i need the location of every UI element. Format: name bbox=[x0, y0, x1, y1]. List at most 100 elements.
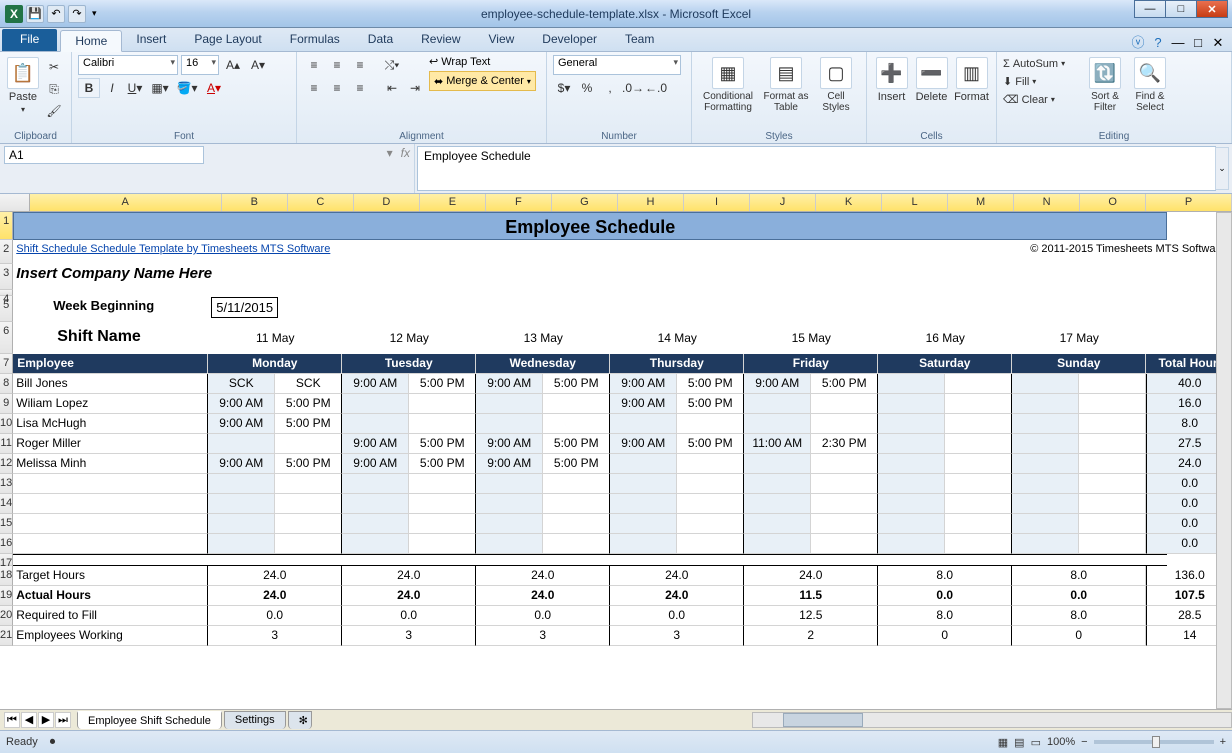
cell[interactable]: Roger Miller bbox=[13, 434, 208, 454]
cell[interactable]: Employees Working bbox=[13, 626, 208, 646]
cell[interactable] bbox=[476, 534, 543, 554]
col-header-p[interactable]: P bbox=[1146, 194, 1232, 211]
zoom-out-icon[interactable]: − bbox=[1081, 736, 1087, 748]
cell[interactable] bbox=[342, 414, 409, 434]
cell[interactable]: 9:00 AM bbox=[476, 374, 543, 394]
cell[interactable] bbox=[1079, 434, 1146, 454]
day-header[interactable]: Sunday bbox=[1012, 354, 1146, 374]
cell[interactable]: Bill Jones bbox=[13, 374, 208, 394]
cell[interactable] bbox=[878, 454, 945, 474]
cell[interactable]: 5:00 PM bbox=[543, 374, 610, 394]
cell[interactable] bbox=[543, 394, 610, 414]
cell[interactable] bbox=[677, 414, 744, 434]
cell[interactable] bbox=[945, 434, 1012, 454]
cell[interactable] bbox=[476, 494, 543, 514]
row-header[interactable]: 20 bbox=[0, 606, 13, 626]
cell[interactable]: 9:00 AM bbox=[208, 394, 275, 414]
day-header[interactable]: Monday bbox=[208, 354, 342, 374]
tab-formulas[interactable]: Formulas bbox=[276, 29, 354, 51]
summary-cell[interactable]: 24.0 bbox=[610, 566, 744, 586]
cell[interactable] bbox=[811, 414, 878, 434]
cell[interactable]: 5:00 PM bbox=[409, 434, 476, 454]
cell[interactable] bbox=[1079, 394, 1146, 414]
view-page-break-icon[interactable]: ▭ bbox=[1031, 736, 1041, 749]
cell[interactable] bbox=[1079, 494, 1146, 514]
cell[interactable] bbox=[543, 494, 610, 514]
cell[interactable] bbox=[409, 514, 476, 534]
decrease-decimal-icon[interactable]: ←.0 bbox=[645, 78, 667, 98]
cell[interactable] bbox=[610, 514, 677, 534]
date-header[interactable]: 15 May bbox=[744, 322, 878, 354]
select-all-corner[interactable] bbox=[0, 194, 30, 211]
cell[interactable] bbox=[476, 394, 543, 414]
orientation-icon[interactable]: ⤭▾ bbox=[381, 55, 403, 75]
cell[interactable] bbox=[208, 434, 275, 454]
cell[interactable] bbox=[1079, 454, 1146, 474]
col-header-c[interactable]: C bbox=[288, 194, 354, 211]
cell[interactable] bbox=[342, 534, 409, 554]
summary-cell[interactable]: 8.0 bbox=[878, 566, 1012, 586]
cell[interactable] bbox=[945, 494, 1012, 514]
summary-cell[interactable]: 0.0 bbox=[342, 606, 476, 626]
row-header[interactable]: 18 bbox=[0, 566, 13, 586]
cell[interactable] bbox=[342, 494, 409, 514]
cell[interactable]: 9:00 AM bbox=[744, 374, 811, 394]
cell[interactable] bbox=[677, 534, 744, 554]
align-center-icon[interactable]: ≡ bbox=[326, 78, 348, 98]
align-middle-icon[interactable]: ≡ bbox=[326, 55, 348, 75]
cell[interactable] bbox=[342, 474, 409, 494]
fill-button[interactable]: ⬇Fill▾ bbox=[1003, 73, 1081, 91]
summary-cell[interactable]: 3 bbox=[476, 626, 610, 646]
cell[interactable]: 5:00 PM bbox=[543, 454, 610, 474]
cell[interactable] bbox=[1012, 434, 1079, 454]
row-header[interactable]: 7 bbox=[0, 354, 13, 374]
cell[interactable]: 5:00 PM bbox=[409, 374, 476, 394]
number-format-combo[interactable]: General bbox=[553, 55, 681, 75]
row-header[interactable]: 13 bbox=[0, 474, 13, 494]
decrease-indent-icon[interactable]: ⇤ bbox=[381, 78, 403, 98]
font-color-icon[interactable]: A▾ bbox=[201, 78, 227, 98]
row-header[interactable]: 16 bbox=[0, 534, 13, 554]
cell[interactable] bbox=[811, 514, 878, 534]
col-header-a[interactable]: A bbox=[30, 194, 222, 211]
cell[interactable]: 9:00 AM bbox=[208, 414, 275, 434]
copy-icon[interactable]: ⎘ bbox=[43, 79, 65, 99]
align-right-icon[interactable]: ≡ bbox=[349, 78, 371, 98]
cell[interactable]: 5:00 PM bbox=[275, 454, 342, 474]
decrease-font-icon[interactable]: A▾ bbox=[247, 55, 269, 75]
cell[interactable] bbox=[878, 514, 945, 534]
cell[interactable] bbox=[409, 534, 476, 554]
col-header-h[interactable]: H bbox=[618, 194, 684, 211]
redo-icon[interactable]: ↷ bbox=[68, 5, 86, 23]
cell[interactable] bbox=[677, 474, 744, 494]
row-header[interactable]: 14 bbox=[0, 494, 13, 514]
cell[interactable] bbox=[275, 494, 342, 514]
cell[interactable] bbox=[342, 296, 1232, 322]
row-header[interactable]: 6 bbox=[0, 322, 13, 354]
zoom-in-icon[interactable]: + bbox=[1220, 736, 1226, 748]
tab-review[interactable]: Review bbox=[407, 29, 474, 51]
row-header[interactable]: 12 bbox=[0, 454, 13, 474]
template-link[interactable]: Shift Schedule Schedule Template by Time… bbox=[13, 240, 713, 264]
tab-data[interactable]: Data bbox=[354, 29, 407, 51]
col-header-g[interactable]: G bbox=[552, 194, 618, 211]
cell[interactable] bbox=[275, 474, 342, 494]
cell[interactable]: Insert Company Name Here bbox=[13, 264, 1167, 290]
cell[interactable]: Melissa Minh bbox=[13, 454, 208, 474]
cell[interactable] bbox=[610, 454, 677, 474]
cell[interactable] bbox=[1079, 414, 1146, 434]
row-header[interactable]: 1 bbox=[0, 212, 13, 240]
cell[interactable]: 5:00 PM bbox=[677, 374, 744, 394]
file-tab[interactable]: File bbox=[2, 29, 57, 51]
day-header[interactable]: Tuesday bbox=[342, 354, 476, 374]
align-bottom-icon[interactable]: ≡ bbox=[349, 55, 371, 75]
formula-bar[interactable]: Employee Schedule ⌄ bbox=[417, 146, 1216, 191]
summary-cell[interactable]: 3 bbox=[610, 626, 744, 646]
increase-font-icon[interactable]: A▴ bbox=[222, 55, 244, 75]
align-top-icon[interactable]: ≡ bbox=[303, 55, 325, 75]
sheet-tab-employee-shift-schedule[interactable]: Employee Shift Schedule bbox=[77, 711, 222, 729]
cell[interactable] bbox=[878, 394, 945, 414]
date-header[interactable]: 16 May bbox=[878, 322, 1012, 354]
row-header[interactable]: 10 bbox=[0, 414, 13, 434]
name-box-dropdown-icon[interactable]: ▾ bbox=[387, 146, 393, 160]
